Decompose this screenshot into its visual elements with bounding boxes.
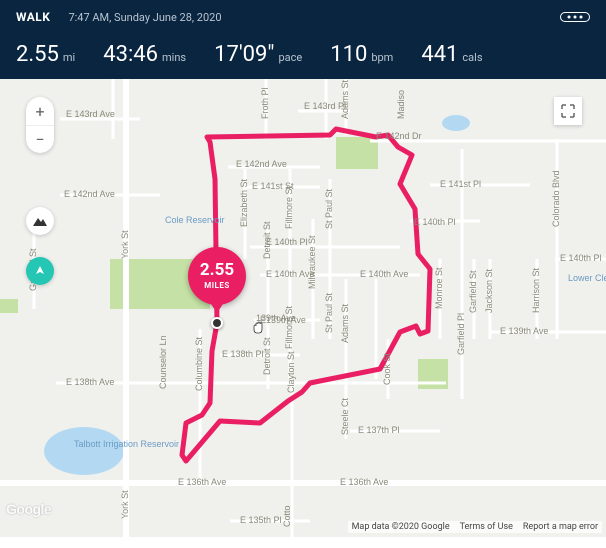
svg-text:Harrison St: Harrison St [531, 267, 541, 313]
map-canvas: Cole Reservoir Talbott Irrigation Reserv… [0, 79, 606, 537]
svg-text:E139th Ave: E139th Ave [260, 315, 306, 325]
zoom-out-button[interactable]: − [26, 125, 54, 153]
mountain-icon [33, 216, 47, 226]
recenter-button[interactable] [26, 257, 54, 285]
fullscreen-button[interactable] [554, 97, 582, 125]
fullscreen-icon [561, 104, 575, 118]
activity-timestamp: 7:47 AM, Sunday June 28, 2020 [68, 11, 560, 24]
svg-text:E 139th Ave: E 139th Ave [500, 326, 548, 336]
hr-value: 110 [330, 42, 367, 67]
duration-unit: mins [162, 51, 186, 64]
svg-text:Cook St: Cook St [382, 352, 392, 385]
svg-text:Elizabeth St: Elizabeth St [239, 178, 249, 227]
svg-text:E 142nd Ave: E 142nd Ave [64, 189, 115, 199]
svg-text:Colorado Blvd: Colorado Blvd [551, 170, 561, 227]
svg-text:Garfield St: Garfield St [468, 270, 478, 313]
svg-text:E 140th Ave: E 140th Ave [360, 269, 408, 279]
stat-duration: 43:46 mins [103, 42, 186, 67]
svg-text:Fillmore St: Fillmore St [284, 305, 294, 349]
duration-value: 43:46 [103, 42, 158, 67]
calories-unit: cals [462, 51, 482, 64]
svg-text:Monroe St: Monroe St [434, 267, 444, 309]
stat-pace: 17'09" pace [214, 42, 302, 67]
pace-value: 17'09" [214, 42, 274, 67]
svg-text:Madiso: Madiso [396, 90, 406, 119]
ellipsis-icon [567, 15, 583, 19]
svg-text:E 140th Pl: E 140th Pl [266, 237, 308, 247]
more-options-button[interactable] [560, 12, 590, 22]
svg-text:Adams St: Adams St [340, 303, 350, 343]
pace-unit: pace [278, 51, 302, 64]
svg-text:E 138th Pl: E 138th Pl [222, 349, 264, 359]
svg-text:Jackson St: Jackson St [484, 268, 494, 313]
svg-text:Columbine St: Columbine St [194, 336, 204, 391]
activity-header: WALK 7:47 AM, Sunday June 28, 2020 2.55 … [0, 0, 606, 79]
svg-text:Detroit St: Detroit St [262, 221, 272, 259]
map-data-text: Map data ©2020 Google [352, 522, 450, 532]
distance-unit: mi [63, 51, 75, 64]
svg-text:E 142nd Dr: E 142nd Dr [376, 131, 422, 141]
terrain-button[interactable] [26, 207, 54, 235]
svg-text:York St: York St [120, 490, 130, 519]
calories-value: 441 [421, 42, 458, 67]
svg-text:Clayton St: Clayton St [286, 351, 296, 393]
locate-icon [33, 264, 47, 278]
distance-value: 2.55 [16, 42, 59, 67]
svg-text:Garfield Pl: Garfield Pl [456, 313, 466, 355]
svg-text:Lower Clear Creek Reservoir: Lower Clear Creek Reservoir [568, 273, 606, 283]
stat-heartrate: 110 bpm [330, 42, 393, 67]
svg-text:Froth Pl: Froth Pl [260, 87, 270, 119]
svg-text:York St: York St [120, 230, 130, 259]
svg-text:E 140th Pl: E 140th Pl [560, 253, 602, 263]
svg-text:Detroit St: Detroit St [262, 337, 272, 375]
map-attribution: Map data ©2020 Google Terms of Use Repor… [348, 521, 602, 533]
hr-unit: bpm [371, 51, 393, 64]
svg-text:Adams St: Adams St [340, 79, 350, 119]
distance-badge: 2.55 MILES [188, 247, 246, 305]
stat-distance: 2.55 mi [16, 42, 75, 67]
zoom-controls: + − [26, 97, 54, 153]
svg-text:Talbott Irrigation Reservoir: Talbott Irrigation Reservoir [74, 439, 179, 449]
svg-text:E 136th Ave: E 136th Ave [340, 477, 388, 487]
activity-type: WALK [16, 10, 50, 24]
zoom-in-button[interactable]: + [26, 97, 54, 125]
badge-value: 2.55 [200, 262, 234, 279]
google-logo: Google [6, 501, 51, 517]
svg-text:Fillmore St: Fillmore St [284, 185, 294, 229]
svg-text:St Paul St: St Paul St [324, 292, 334, 333]
svg-text:St Paul St: St Paul St [324, 188, 334, 229]
svg-text:E 136th Ave: E 136th Ave [178, 477, 226, 487]
svg-text:E 141st Pl: E 141st Pl [440, 179, 481, 189]
map[interactable]: Cole Reservoir Talbott Irrigation Reserv… [0, 79, 606, 537]
svg-text:E 140th Pl: E 140th Pl [414, 217, 456, 227]
stat-calories: 441 cals [421, 42, 482, 67]
terms-link[interactable]: Terms of Use [460, 522, 513, 532]
stats-row: 2.55 mi 43:46 mins 17'09" pace 110 bpm 4… [16, 42, 590, 67]
badge-unit: MILES [204, 281, 230, 290]
svg-text:E 137th Pl: E 137th Pl [358, 425, 400, 435]
svg-text:E 143rd Ave: E 143rd Ave [66, 109, 115, 119]
svg-text:Counselor Ln: Counselor Ln [158, 335, 168, 389]
svg-text:E 138th Ave: E 138th Ave [66, 377, 114, 387]
svg-text:Steele Ct: Steele Ct [340, 397, 350, 435]
svg-text:Cotto: Cotto [282, 505, 292, 527]
svg-text:E 142nd Ave: E 142nd Ave [236, 159, 287, 169]
svg-text:Cole Reservoir: Cole Reservoir [165, 215, 225, 225]
svg-text:E 135th Pl: E 135th Pl [240, 515, 282, 525]
svg-text:Milwaukee St: Milwaukee St [307, 235, 317, 289]
report-error-link[interactable]: Report a map error [523, 522, 598, 532]
route-end-marker [211, 317, 223, 329]
